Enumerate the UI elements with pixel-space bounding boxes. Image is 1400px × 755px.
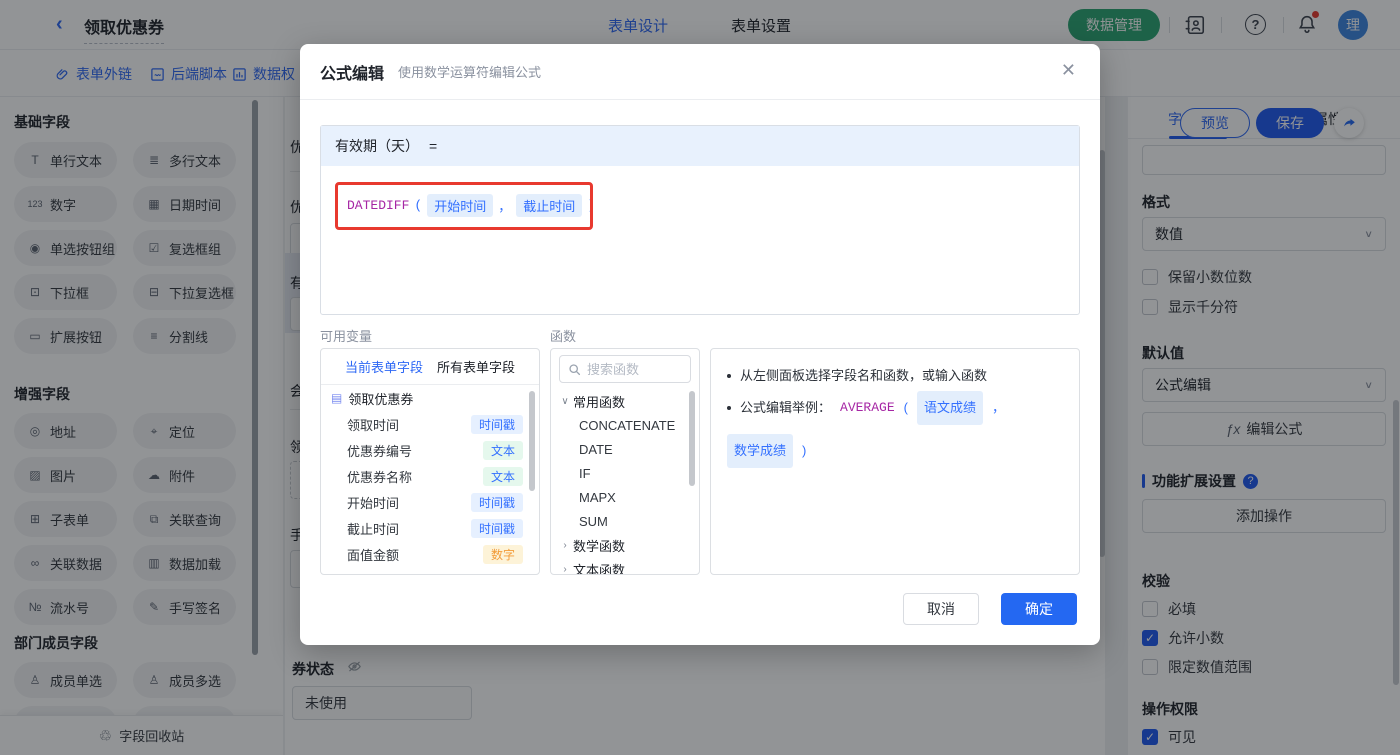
function-item[interactable]: DATE bbox=[551, 437, 699, 461]
tab-all-form-fields[interactable]: 所有表单字段 bbox=[437, 357, 515, 376]
annotation-red-box bbox=[335, 182, 593, 230]
type-badge: 时间戳 bbox=[470, 518, 523, 538]
formula-target-row: 有效期（天） = bbox=[321, 126, 1079, 166]
function-item[interactable]: MAPX bbox=[551, 485, 699, 509]
close-icon[interactable]: ✕ bbox=[1061, 61, 1076, 79]
variable-row[interactable]: 截止时间 时间戳 bbox=[321, 515, 539, 541]
function-item[interactable]: SUM bbox=[551, 509, 699, 533]
variable-row[interactable]: 优惠券编号 文本 bbox=[321, 437, 539, 463]
type-badge: 时间戳 bbox=[470, 492, 523, 512]
equals-sign: = bbox=[429, 138, 438, 154]
functions-scrollbar[interactable] bbox=[689, 391, 695, 486]
variables-tabs: 当前表单字段 所有表单字段 bbox=[321, 349, 539, 385]
bullet bbox=[727, 406, 731, 410]
type-badge: 文本 bbox=[482, 440, 523, 460]
modal-header: 公式编辑 使用数学运算符编辑公式 bbox=[300, 44, 1100, 100]
function-search-input[interactable] bbox=[587, 361, 677, 377]
variables-panel: 当前表单字段 所有表单字段 ▤ 领取优惠券 领取时间 时间戳 优惠券编号 文本 … bbox=[320, 348, 540, 575]
function-item[interactable]: IF bbox=[551, 461, 699, 485]
variable-row[interactable]: 领取时间 时间戳 bbox=[321, 411, 539, 437]
function-group-common[interactable]: ∨ 常用函数 bbox=[551, 389, 699, 413]
modal-subtitle: 使用数学运算符编辑公式 bbox=[398, 65, 542, 80]
function-group-text[interactable]: › 文本函数 bbox=[551, 557, 699, 575]
caret-closed-icon: › bbox=[563, 563, 567, 575]
function-group-math[interactable]: › 数学函数 bbox=[551, 533, 699, 557]
help-example-line: 公式编辑举例： AVERAGE ( 语文成绩 ， 数学成绩 ) bbox=[727, 391, 1063, 468]
field-chip-chinese-score: 语文成绩 bbox=[916, 391, 983, 425]
type-badge: 数字 bbox=[482, 544, 523, 564]
modal-title: 公式编辑 bbox=[320, 65, 385, 83]
variable-row[interactable]: 优惠券名称 文本 bbox=[321, 463, 539, 489]
help-panel: 从左侧面板选择字段名和函数，或输入函数 公式编辑举例： AVERAGE ( 语文… bbox=[710, 348, 1080, 575]
type-badge: 时间戳 bbox=[470, 414, 523, 434]
cancel-button[interactable]: 取消 bbox=[903, 593, 979, 625]
variables-label: 可用变量 bbox=[320, 329, 373, 344]
function-search[interactable] bbox=[559, 355, 691, 383]
variable-row[interactable]: 开始时间 时间戳 bbox=[321, 489, 539, 515]
function-item[interactable]: CONCATENATE bbox=[551, 413, 699, 437]
tab-current-form-fields[interactable]: 当前表单字段 bbox=[345, 357, 423, 376]
field-chip-math-score: 数学成绩 bbox=[727, 434, 794, 468]
search-icon bbox=[569, 363, 581, 375]
variable-row[interactable]: 面值金额 数字 bbox=[321, 541, 539, 567]
caret-closed-icon: › bbox=[563, 539, 567, 551]
type-badge: 文本 bbox=[482, 466, 523, 486]
functions-panel: ∨ 常用函数 CONCATENATE DATE IF MAPX SUM › 数学… bbox=[550, 348, 700, 575]
variables-tree-root[interactable]: ▤ 领取优惠券 bbox=[321, 385, 539, 411]
bullet bbox=[727, 374, 731, 378]
formula-editor-modal: 公式编辑 使用数学运算符编辑公式 ✕ 有效期（天） = DATEDIFF ( 开… bbox=[300, 44, 1100, 645]
caret-open-icon: ∨ bbox=[561, 395, 569, 407]
help-line: 从左侧面板选择字段名和函数，或输入函数 bbox=[727, 361, 1063, 391]
formula-editor-box[interactable]: 有效期（天） = DATEDIFF ( 开始时间 ， 截止时间 ) bbox=[320, 125, 1080, 315]
functions-label: 函数 bbox=[550, 329, 577, 344]
function-name: AVERAGE bbox=[840, 400, 895, 415]
form-doc-icon: ▤ bbox=[331, 391, 343, 405]
variables-scrollbar[interactable] bbox=[529, 391, 535, 491]
confirm-button[interactable]: 确定 bbox=[1001, 593, 1077, 625]
